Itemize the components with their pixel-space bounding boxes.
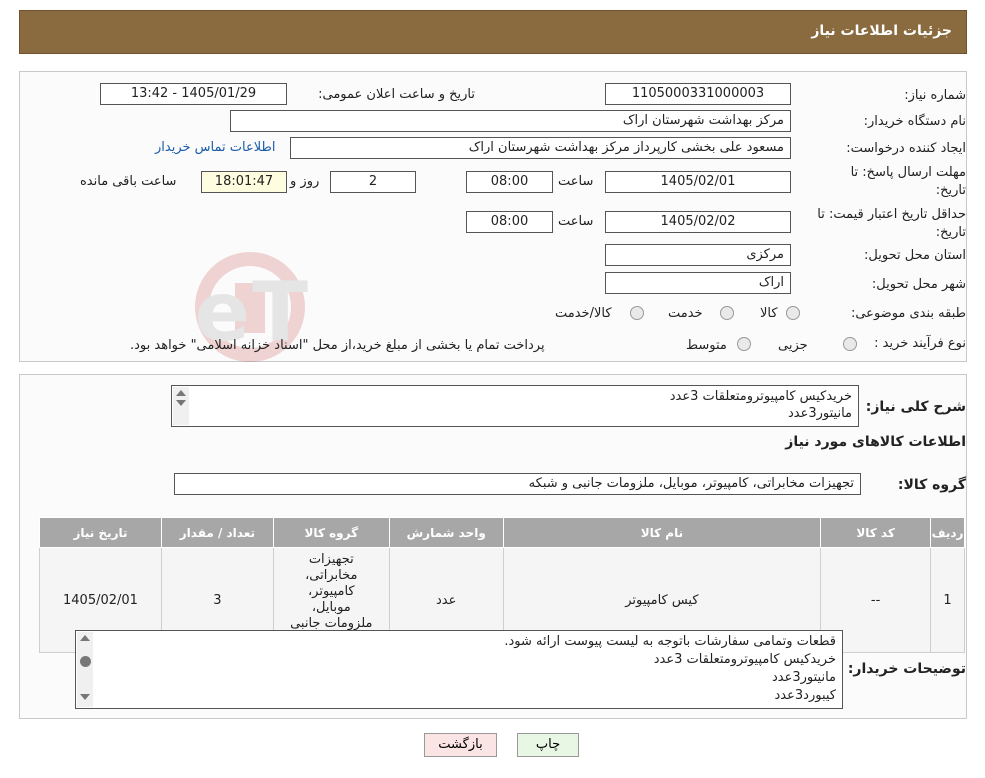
buyer-notes-textarea[interactable]: قطعات وتمامی سفارشات باتوجه به لیست پیوس… (75, 630, 843, 709)
cell-row: 1 (930, 547, 965, 653)
process-note: پرداخت تمام یا بخشی از مبلغ خرید،از محل … (130, 338, 545, 353)
page-header: جزئیات اطلاعات نیاز (19, 10, 967, 54)
deadline-time-field: 08:00 (466, 171, 553, 193)
buyer-notes-line: قطعات وتمامی سفارشات باتوجه به لیست پیوس… (504, 634, 836, 649)
category-radio-goods-service[interactable] (630, 306, 644, 320)
process-radio-medium[interactable] (737, 337, 751, 351)
col-header-unit: واحد شمارش (388, 517, 504, 548)
validity-time-field: 08:00 (466, 211, 553, 233)
validity-time-label: ساعت (558, 214, 594, 229)
summary-line: خریدکیس کامپیوترومتعلقات 3عدد (669, 389, 852, 404)
city-label: شهر محل تحویل: (871, 277, 966, 292)
process-option-medium: متوسط (686, 338, 727, 353)
validity-label-line2: تاریخ: (935, 225, 966, 240)
scroll-thumb[interactable] (80, 656, 91, 667)
scroll-up-icon[interactable] (176, 390, 186, 396)
col-header-qty: تعداد / مقدار (160, 517, 274, 548)
deadline-time-label: ساعت (558, 174, 594, 189)
buyer-notes-line: خریدکیس کامپیوترومتعلقات 3عدد (653, 652, 836, 667)
summary-label: شرح کلی نیاز: (865, 399, 966, 415)
process-radio-minor[interactable] (843, 337, 857, 351)
buyer-org-label: نام دستگاه خریدار: (863, 114, 966, 129)
process-label: نوع فرآیند خرید : (874, 336, 966, 351)
summary-textarea[interactable]: خریدکیس کامپیوترومتعلقات 3عدد مانیتور3عد… (171, 385, 859, 427)
province-field: مرکزی (605, 244, 791, 266)
col-header-name: نام کالا (502, 517, 822, 548)
category-label: طبقه بندی موضوعی: (850, 306, 966, 321)
goods-group-label: گروه کالا: (897, 477, 966, 493)
summary-scrollbar[interactable] (173, 387, 189, 425)
validity-date-field: 1405/02/02 (605, 211, 791, 233)
back-button[interactable]: بازگشت (424, 733, 497, 757)
category-radio-service[interactable] (720, 306, 734, 320)
deadline-date-field: 1405/02/01 (605, 171, 791, 193)
buyer-notes-line: کیبورد3عدد (774, 688, 836, 703)
category-radio-goods[interactable] (786, 306, 800, 320)
goods-section-title: اطلاعات کالاهای مورد نیاز (785, 434, 966, 450)
announce-label: تاریخ و ساعت اعلان عمومی: (318, 87, 475, 102)
days-field: 2 (330, 171, 416, 193)
buyer-contact-link[interactable]: اطلاعات تماس خریدار (155, 140, 275, 155)
province-label: استان محل تحویل: (864, 248, 966, 263)
table-header-row: ردیف کد کالا نام کالا واحد شمارش گروه کا… (39, 517, 965, 548)
col-header-date: تاریخ نیاز (39, 517, 162, 548)
process-option-minor: جزیی (778, 338, 808, 353)
scroll-down-icon[interactable] (176, 400, 186, 406)
page-title: جزئیات اطلاعات نیاز (811, 23, 952, 39)
col-header-code: کد کالا (820, 517, 932, 548)
buyer-notes-label: توضیحات خریدار: (847, 661, 966, 677)
remaining-time-field: 18:01:47 (201, 171, 287, 193)
col-header-group: گروه کالا (272, 517, 390, 548)
validity-label-line1: حداقل تاریخ اعتبار قیمت: تا (817, 207, 966, 222)
scroll-down-icon[interactable] (80, 694, 90, 700)
goods-group-field: تجهیزات مخابراتی، کامپیوتر، موبایل، ملزو… (174, 473, 861, 495)
days-label: روز و (290, 174, 320, 189)
scroll-up-icon[interactable] (80, 635, 90, 641)
validity-label: حداقل تاریخ اعتبار قیمت: تا تاریخ: (817, 206, 966, 242)
remaining-time-label: ساعت باقی مانده (80, 174, 177, 189)
summary-line: مانیتور3عدد (787, 406, 852, 421)
requester-label: ایجاد کننده درخواست: (846, 141, 966, 156)
announce-field: 1405/01/29 - 13:42 (100, 83, 287, 105)
deadline-label-line1: مهلت ارسال پاسخ: تا (850, 165, 966, 180)
buyer-org-field: مرکز بهداشت شهرستان اراک (230, 110, 791, 132)
category-option-service: خدمت (668, 306, 703, 321)
buyer-notes-scrollbar[interactable] (77, 632, 93, 707)
category-option-goods: کالا (760, 306, 778, 321)
need-number-field: 1105000331000003 (605, 83, 791, 105)
col-header-row: ردیف (930, 517, 965, 548)
city-field: اراک (605, 272, 791, 294)
deadline-label-line2: تاریخ: (935, 183, 966, 198)
requester-field: مسعود علی بخشی کارپرداز مرکز بهداشت شهرس… (290, 137, 791, 159)
need-number-label: شماره نیاز: (904, 88, 966, 103)
deadline-label: مهلت ارسال پاسخ: تا تاریخ: (851, 164, 966, 200)
category-option-goods-service: کالا/خدمت (555, 306, 612, 321)
buyer-notes-line: مانیتور3عدد (771, 670, 836, 685)
print-button[interactable]: چاپ (517, 733, 579, 757)
